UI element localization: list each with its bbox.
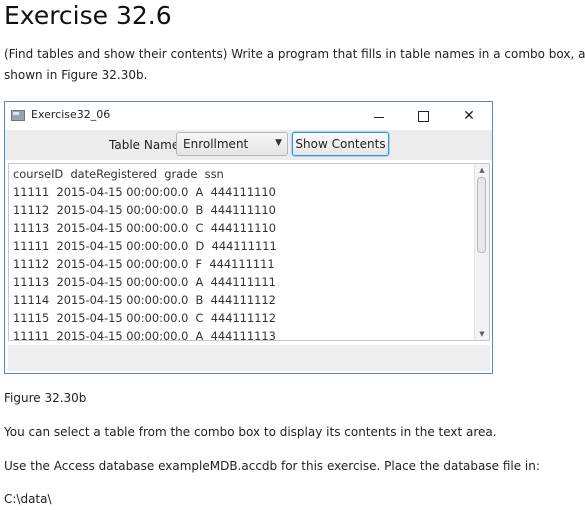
app-window-icon: [11, 110, 25, 121]
close-icon: ✕: [463, 108, 475, 124]
paragraph-combo: You can select a table from the combo bo…: [4, 425, 497, 439]
text-header-line: courseID dateRegistered grade ssn: [13, 167, 224, 181]
scroll-up-icon[interactable]: ▲: [475, 164, 489, 176]
close-button[interactable]: ✕: [447, 102, 491, 130]
table-name-label: Table Name: [109, 138, 180, 152]
scrollbar-thumb[interactable]: [477, 177, 486, 253]
app-window: Exercise32_06 ✕ Table Name Enrollment ▼ …: [4, 101, 493, 374]
text-row-line: 11113 2015-04-15 00:00:00.0 A 444111111: [13, 275, 276, 289]
window-titlebar[interactable]: Exercise32_06 ✕: [5, 102, 492, 130]
maximize-icon: [417, 110, 429, 122]
text-row-line: 11111 2015-04-15 00:00:00.0 A 444111110: [13, 185, 276, 199]
paragraph-database: Use the Access database exampleMDB.accdb…: [4, 459, 540, 473]
text-row-line: 11112 2015-04-15 00:00:00.0 F 444111111: [13, 257, 275, 271]
text-row-line: 11114 2015-04-15 00:00:00.0 B 444111112: [13, 293, 276, 307]
table-name-combo[interactable]: Enrollment ▼: [176, 132, 288, 156]
combo-selected-value: Enrollment: [183, 137, 249, 151]
paragraph-path: C:\data\: [4, 492, 52, 506]
text-row-line: 11111 2015-04-15 00:00:00.0 D 444111111: [13, 239, 277, 253]
status-bar: [8, 345, 490, 371]
toolbar: Table Name Enrollment ▼ Show Contents: [5, 130, 492, 160]
page-title: Exercise 32.6: [4, 1, 172, 30]
minimize-icon: [374, 116, 384, 118]
intro-line-2: shown in Figure 32.30b.: [4, 68, 148, 82]
show-contents-button[interactable]: Show Contents: [292, 132, 389, 156]
text-row-line: 11112 2015-04-15 00:00:00.0 B 444111110: [13, 203, 276, 217]
text-row-line: 11111 2015-04-15 00:00:00.0 A 444111113: [13, 329, 276, 341]
maximize-button[interactable]: [401, 102, 445, 130]
text-row-line: 11113 2015-04-15 00:00:00.0 C 444111110: [13, 221, 276, 235]
window-title: Exercise32_06: [31, 108, 111, 121]
minimize-button[interactable]: [357, 102, 401, 130]
chevron-down-icon: ▼: [275, 138, 282, 148]
scroll-down-icon[interactable]: ▼: [475, 328, 489, 340]
vertical-scrollbar[interactable]: ▲ ▼: [474, 164, 489, 340]
text-row-line: 11115 2015-04-15 00:00:00.0 C 444111112: [13, 311, 276, 325]
contents-text-area[interactable]: courseID dateRegistered grade ssn 11111 2…: [8, 163, 490, 341]
intro-line-1: (Find tables and show their contents) Wr…: [4, 47, 585, 61]
contents-lines: courseID dateRegistered grade ssn 11111 2…: [13, 165, 277, 341]
figure-caption: Figure 32.30b: [4, 391, 87, 405]
